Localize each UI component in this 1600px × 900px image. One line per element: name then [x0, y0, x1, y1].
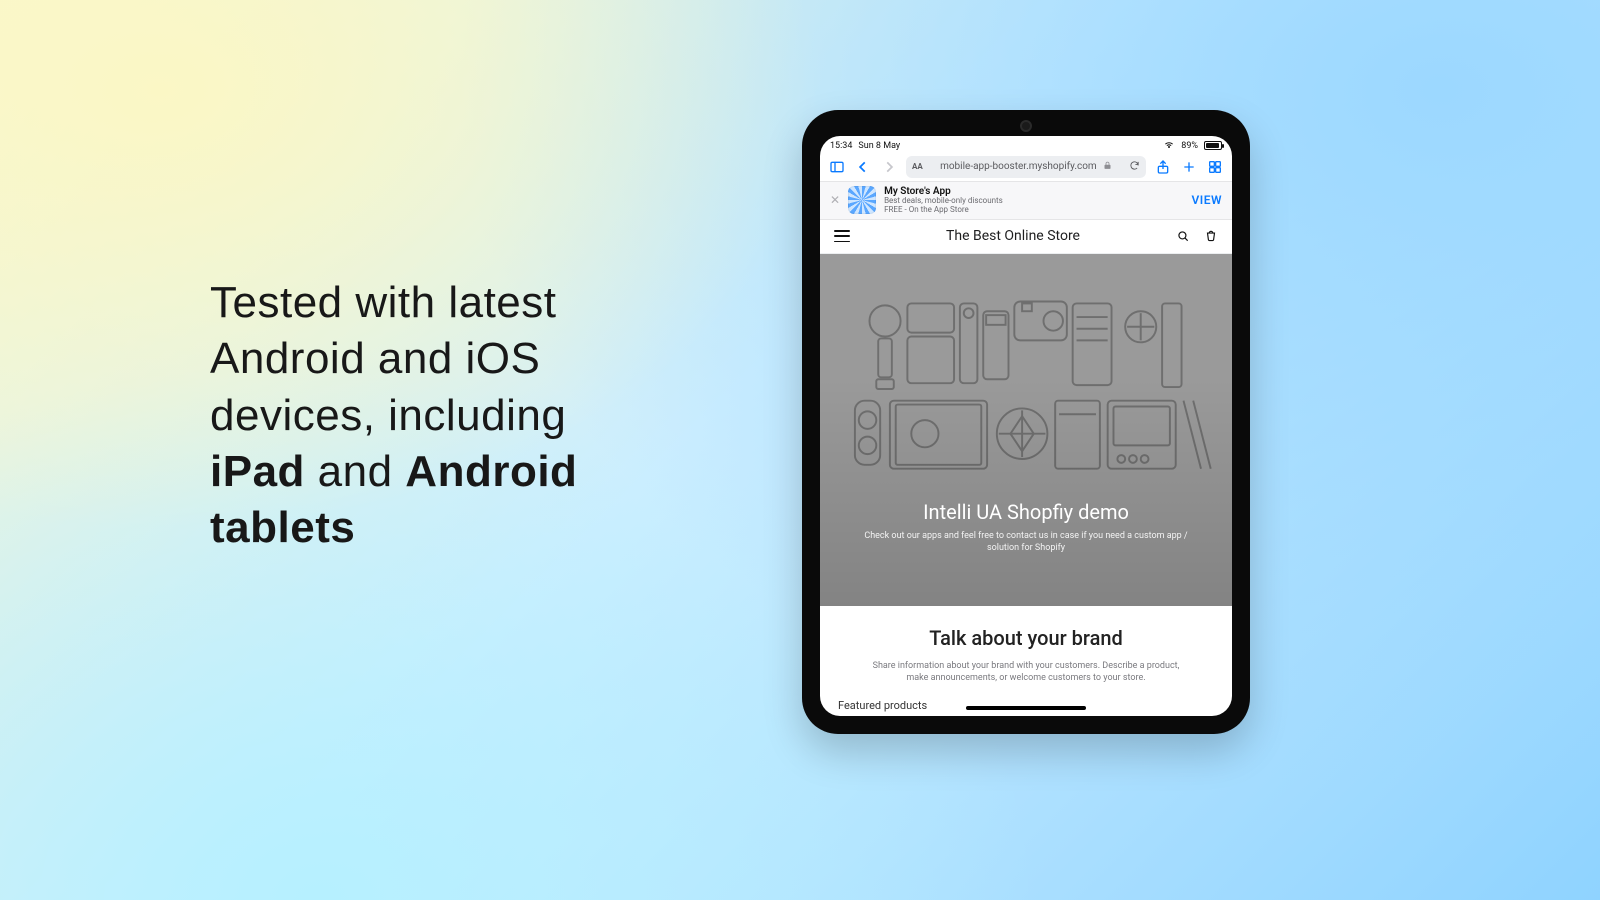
- store-title: The Best Online Store: [946, 228, 1080, 244]
- promo-stage: Tested with latest Android and iOS devic…: [0, 0, 1600, 900]
- brand-section: Talk about your brand Share information …: [820, 606, 1232, 695]
- share-icon[interactable]: [1154, 158, 1172, 176]
- status-time: 15:34: [830, 141, 852, 151]
- text-size-icon[interactable]: AA: [906, 162, 923, 171]
- headline-mid: and: [305, 447, 405, 496]
- forward-icon: [880, 158, 898, 176]
- banner-sub-2: FREE - On the App Store: [884, 206, 1003, 215]
- cart-icon[interactable]: [1204, 229, 1218, 243]
- reload-icon[interactable]: [1129, 160, 1146, 174]
- sidebar-icon[interactable]: [828, 158, 846, 176]
- headline-line-2: Android and iOS: [210, 334, 540, 383]
- url-text: mobile-app-booster.myshopify.com: [940, 161, 1097, 172]
- headline-bold-tablets: tablets: [210, 503, 355, 552]
- brand-sub: Share information about your brand with …: [838, 660, 1214, 685]
- store-header: The Best Online Store: [820, 220, 1232, 254]
- address-bar[interactable]: AA mobile-app-booster.myshopify.com: [906, 156, 1146, 178]
- headline-block: Tested with latest Android and iOS devic…: [210, 275, 730, 557]
- brand-title: Talk about your brand: [838, 626, 1214, 650]
- smart-app-banner: ✕ My Store's App Best deals, mobile-only…: [820, 182, 1232, 220]
- app-icon: [848, 186, 876, 214]
- status-bar: 15:34 Sun 8 May 89%: [820, 136, 1232, 153]
- close-icon[interactable]: ✕: [830, 193, 840, 207]
- tabs-icon[interactable]: [1206, 158, 1224, 176]
- headline-bold-ipad: iPad: [210, 447, 305, 496]
- headline-line-1: Tested with latest: [210, 278, 557, 327]
- new-tab-icon[interactable]: [1180, 158, 1198, 176]
- hero-sub: Check out our apps and feel free to cont…: [820, 530, 1232, 554]
- headline-bold-android: Android: [405, 447, 577, 496]
- ipad-device-frame: 15:34 Sun 8 May 89%: [802, 110, 1250, 734]
- home-indicator[interactable]: [966, 706, 1086, 710]
- ipad-screen: 15:34 Sun 8 May 89%: [820, 136, 1232, 716]
- back-icon[interactable]: [854, 158, 872, 176]
- safari-toolbar: AA mobile-app-booster.myshopify.com: [820, 153, 1232, 181]
- headline-line-3: devices, including: [210, 391, 566, 440]
- status-battery-pct: 89%: [1181, 141, 1198, 151]
- status-date: Sun 8 May: [858, 141, 900, 151]
- view-button[interactable]: VIEW: [1191, 193, 1222, 207]
- ipad-camera: [1020, 120, 1032, 132]
- search-icon[interactable]: [1176, 229, 1190, 243]
- hero-section: Intelli UA Shopfiy demo Check out our ap…: [820, 254, 1232, 606]
- wifi-icon: [1163, 141, 1175, 150]
- menu-icon[interactable]: [834, 230, 850, 242]
- hero-title: Intelli UA Shopfiy demo: [820, 500, 1232, 524]
- lock-icon: [1103, 161, 1112, 173]
- battery-icon: [1204, 141, 1222, 150]
